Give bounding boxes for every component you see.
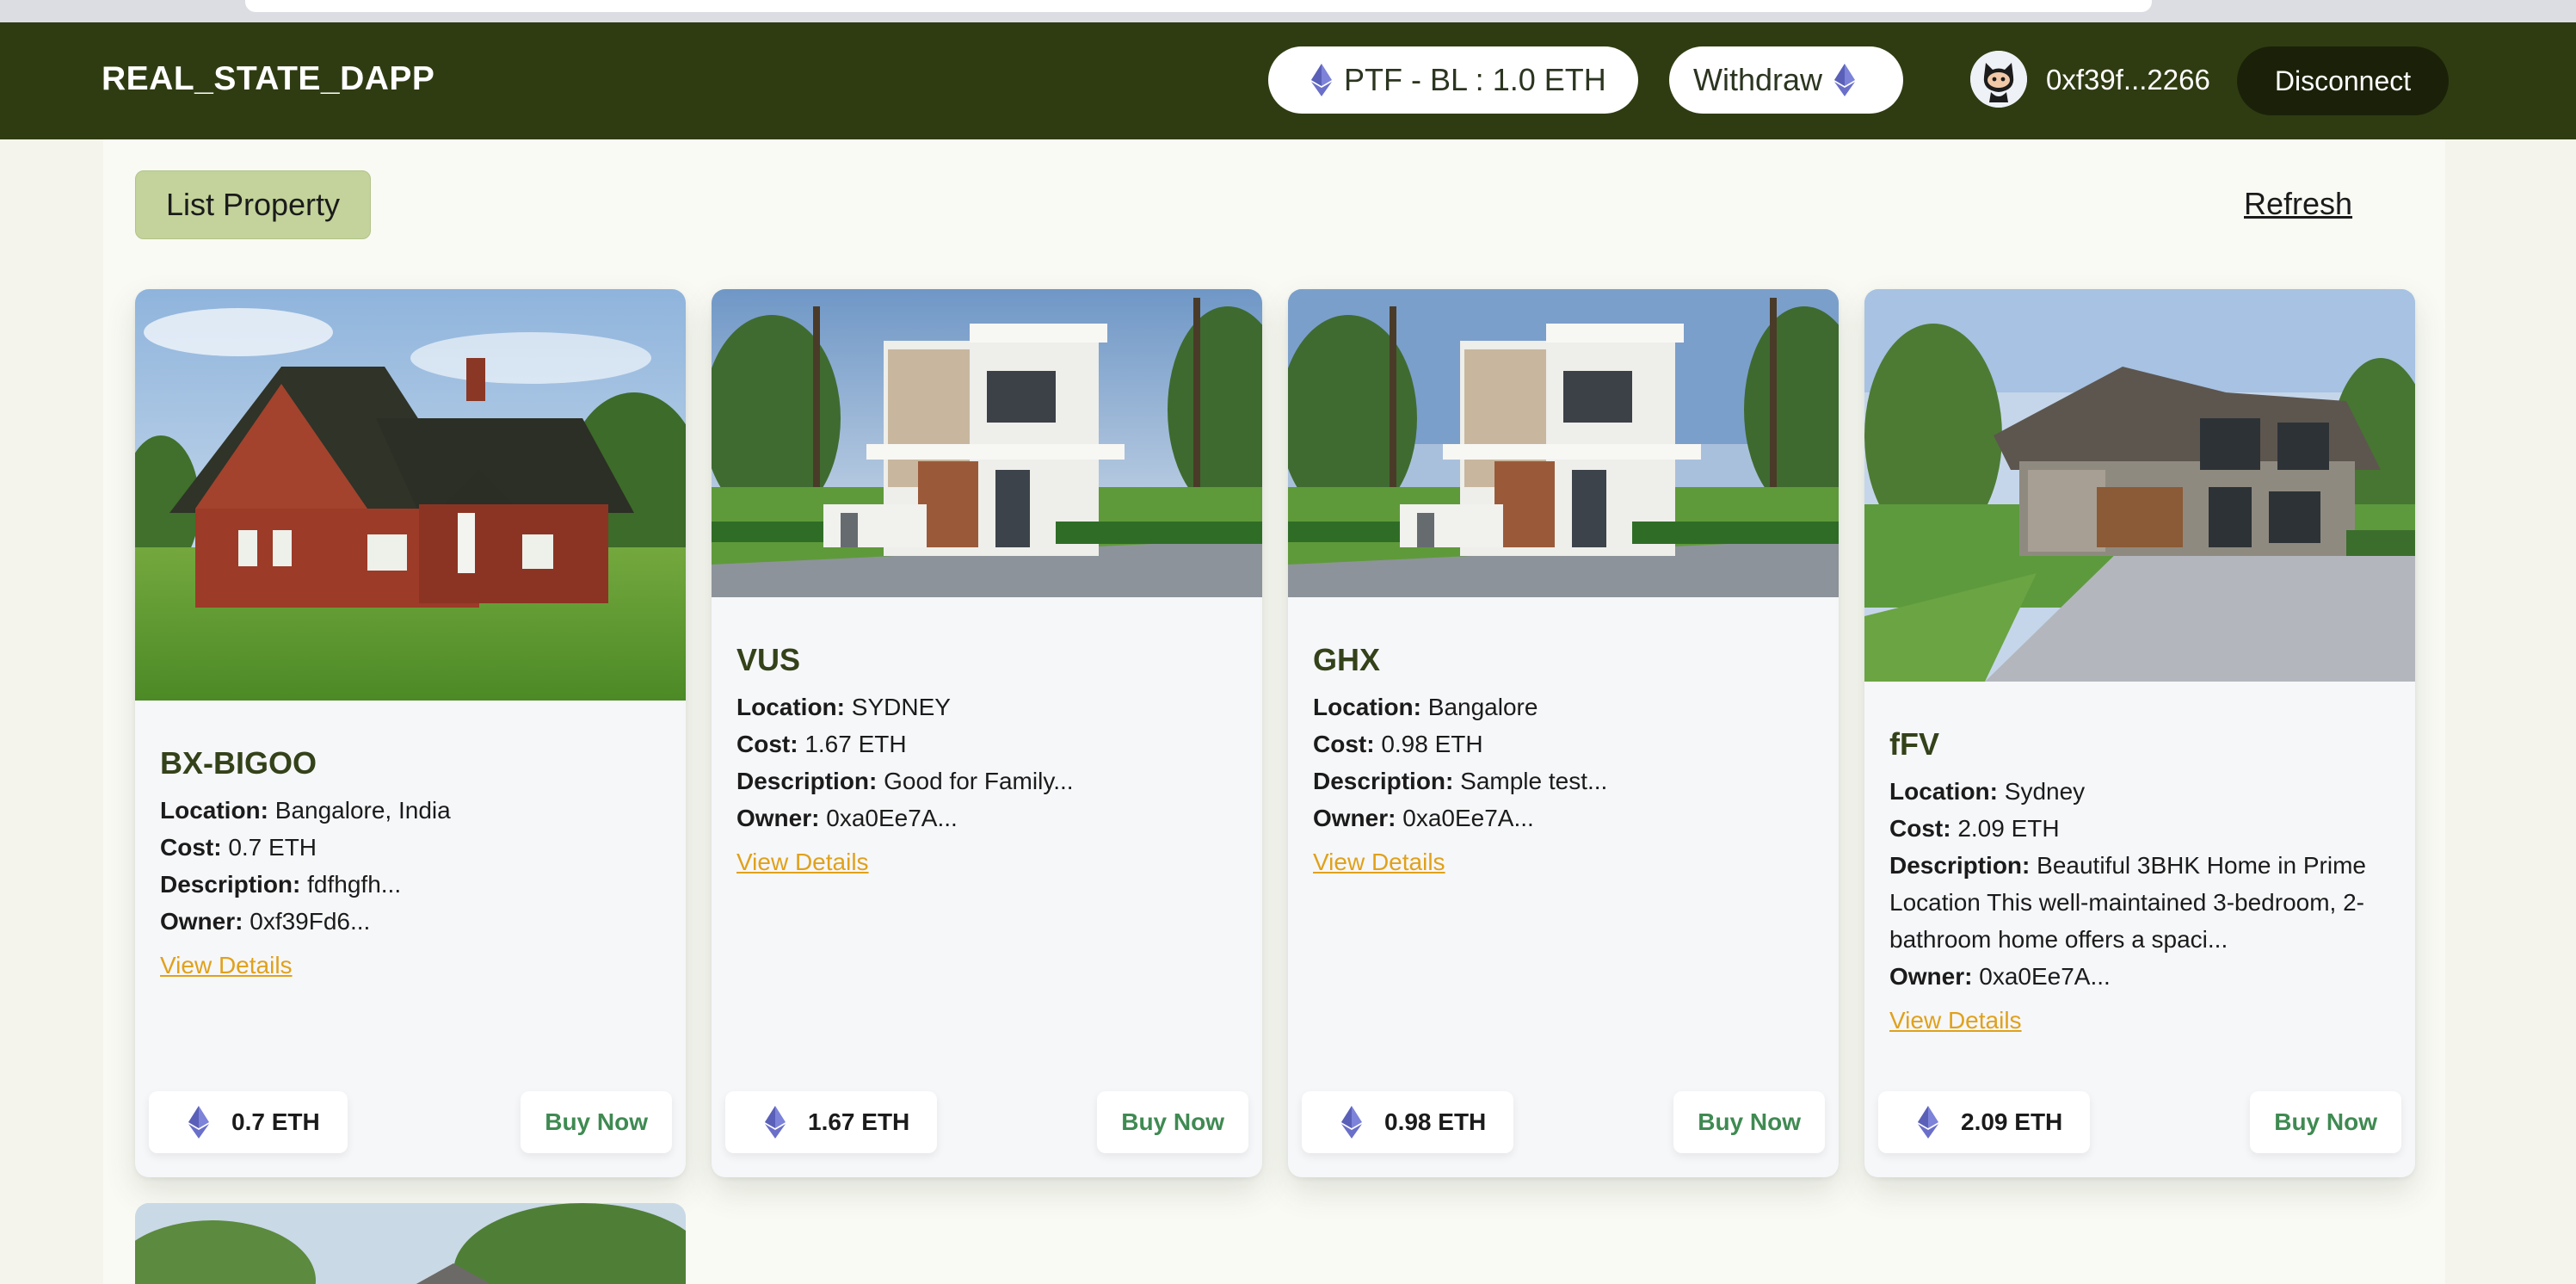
owner-row: Owner: 0xa0Ee7A... bbox=[736, 805, 958, 831]
view-details-link[interactable]: View Details bbox=[736, 849, 869, 876]
ethereum-icon bbox=[765, 1106, 786, 1139]
browser-address-field[interactable] bbox=[245, 0, 2152, 12]
location-value: Bangalore, India bbox=[274, 797, 451, 824]
cost-row: Cost: 1.67 ETH bbox=[736, 731, 907, 757]
description-value: Sample test... bbox=[1460, 768, 1608, 794]
cost-row: Cost: 2.09 ETH bbox=[1889, 815, 2060, 842]
brand-title: REAL_STATE_DAPP bbox=[102, 60, 435, 97]
property-image bbox=[1288, 289, 1839, 597]
description-value: fdfhgfh... bbox=[307, 871, 402, 898]
property-image bbox=[135, 289, 686, 701]
price-value: 0.98 ETH bbox=[1384, 1108, 1487, 1135]
ethereum-icon bbox=[1834, 64, 1856, 96]
ethereum-icon bbox=[1341, 1106, 1362, 1139]
cost-value: 1.67 ETH bbox=[804, 731, 907, 757]
property-card: fFV Location: Sydney Cost: 2.09 ETH Desc… bbox=[1864, 289, 2415, 1177]
description-row: Description: Sample test... bbox=[1313, 768, 1608, 794]
price-chip: 0.7 ETH bbox=[149, 1091, 348, 1153]
property-title: fFV bbox=[1889, 726, 1939, 762]
location-value: Sydney bbox=[2004, 778, 2086, 805]
owner-value: 0xa0Ee7A... bbox=[1402, 805, 1534, 831]
owner-value: 0xf39Fd6... bbox=[250, 908, 371, 935]
owner-row: Owner: 0xf39Fd6... bbox=[160, 908, 371, 935]
wallet-address: 0xf39f...2266 bbox=[2046, 64, 2210, 96]
card-body: BX-BIGOO Location: Bangalore, India Cost… bbox=[160, 745, 665, 979]
cost-value: 0.7 ETH bbox=[228, 834, 317, 861]
view-details-link[interactable]: View Details bbox=[160, 952, 293, 979]
price-chip: 0.98 ETH bbox=[1302, 1091, 1514, 1153]
cost-value: 2.09 ETH bbox=[1957, 815, 2060, 842]
withdraw-label: Withdraw bbox=[1693, 62, 1823, 97]
location-row: Location: Bangalore bbox=[1313, 694, 1538, 720]
location-row: Location: Sydney bbox=[1889, 778, 2086, 805]
github-octocat-icon[interactable] bbox=[1970, 51, 2027, 108]
description-row: Description: Good for Family... bbox=[736, 768, 1074, 794]
card-body: VUS Location: SYDNEY Cost: 1.67 ETH Desc… bbox=[736, 642, 1242, 876]
buy-now-button[interactable]: Buy Now bbox=[1097, 1091, 1248, 1153]
location-value: Bangalore bbox=[1427, 694, 1538, 720]
property-image bbox=[135, 1203, 686, 1284]
view-details-link[interactable]: View Details bbox=[1889, 1007, 2022, 1034]
description-row: Description: fdfhgfh... bbox=[160, 871, 402, 898]
price-chip: 2.09 ETH bbox=[1878, 1091, 2091, 1153]
ethereum-icon bbox=[1311, 64, 1332, 96]
balance-label: PTF - BL : 1.0 ETH bbox=[1344, 62, 1606, 97]
card-body: GHX Location: Bangalore Cost: 0.98 ETH D… bbox=[1313, 642, 1818, 876]
location-value: SYDNEY bbox=[851, 694, 951, 720]
withdraw-button[interactable]: Withdraw bbox=[1669, 46, 1903, 114]
location-row: Location: SYDNEY bbox=[736, 694, 951, 720]
refresh-link[interactable]: Refresh bbox=[2244, 186, 2352, 222]
description-row: Description: Beautiful 3BHK Home in Prim… bbox=[1889, 852, 2366, 953]
buy-now-button[interactable]: Buy Now bbox=[521, 1091, 672, 1153]
owner-value: 0xa0Ee7A... bbox=[1979, 963, 2111, 990]
property-card: GHX Location: Bangalore Cost: 0.98 ETH D… bbox=[1288, 289, 1839, 1177]
property-card: VUS Location: SYDNEY Cost: 1.67 ETH Desc… bbox=[712, 289, 1262, 1177]
browser-chrome bbox=[0, 0, 2576, 22]
buy-now-button[interactable]: Buy Now bbox=[1673, 1091, 1825, 1153]
property-image bbox=[712, 289, 1262, 597]
cost-row: Cost: 0.7 ETH bbox=[160, 834, 317, 861]
property-title: VUS bbox=[736, 642, 801, 677]
price-chip: 1.67 ETH bbox=[725, 1091, 938, 1153]
card-body: fFV Location: Sydney Cost: 2.09 ETH Desc… bbox=[1889, 726, 2394, 1034]
cost-row: Cost: 0.98 ETH bbox=[1313, 731, 1483, 757]
ethereum-icon bbox=[1918, 1106, 1938, 1139]
location-row: Location: Bangalore, India bbox=[160, 797, 451, 824]
ethereum-icon bbox=[188, 1106, 209, 1139]
property-image bbox=[1864, 289, 2415, 682]
property-card-partial bbox=[135, 1203, 686, 1284]
description-value: Good for Family... bbox=[884, 768, 1074, 794]
view-details-link[interactable]: View Details bbox=[1313, 849, 1445, 876]
top-nav-bar: REAL_STATE_DAPP PTF - BL : 1.0 ETH Withd… bbox=[0, 22, 2576, 139]
price-value: 2.09 ETH bbox=[1961, 1108, 2063, 1135]
property-title: GHX bbox=[1313, 642, 1381, 677]
owner-row: Owner: 0xa0Ee7A... bbox=[1313, 805, 1534, 831]
buy-now-button[interactable]: Buy Now bbox=[2250, 1091, 2401, 1153]
price-value: 1.67 ETH bbox=[808, 1108, 910, 1135]
property-title: BX-BIGOO bbox=[160, 745, 317, 781]
balance-pill: PTF - BL : 1.0 ETH bbox=[1268, 46, 1638, 114]
list-property-button[interactable]: List Property bbox=[135, 170, 371, 239]
price-value: 0.7 ETH bbox=[231, 1108, 320, 1135]
cost-value: 0.98 ETH bbox=[1381, 731, 1483, 757]
disconnect-button[interactable]: Disconnect bbox=[2237, 46, 2449, 115]
property-card: BX-BIGOO Location: Bangalore, India Cost… bbox=[135, 289, 686, 1177]
owner-row: Owner: 0xa0Ee7A... bbox=[1889, 963, 2111, 990]
owner-value: 0xa0Ee7A... bbox=[826, 805, 958, 831]
